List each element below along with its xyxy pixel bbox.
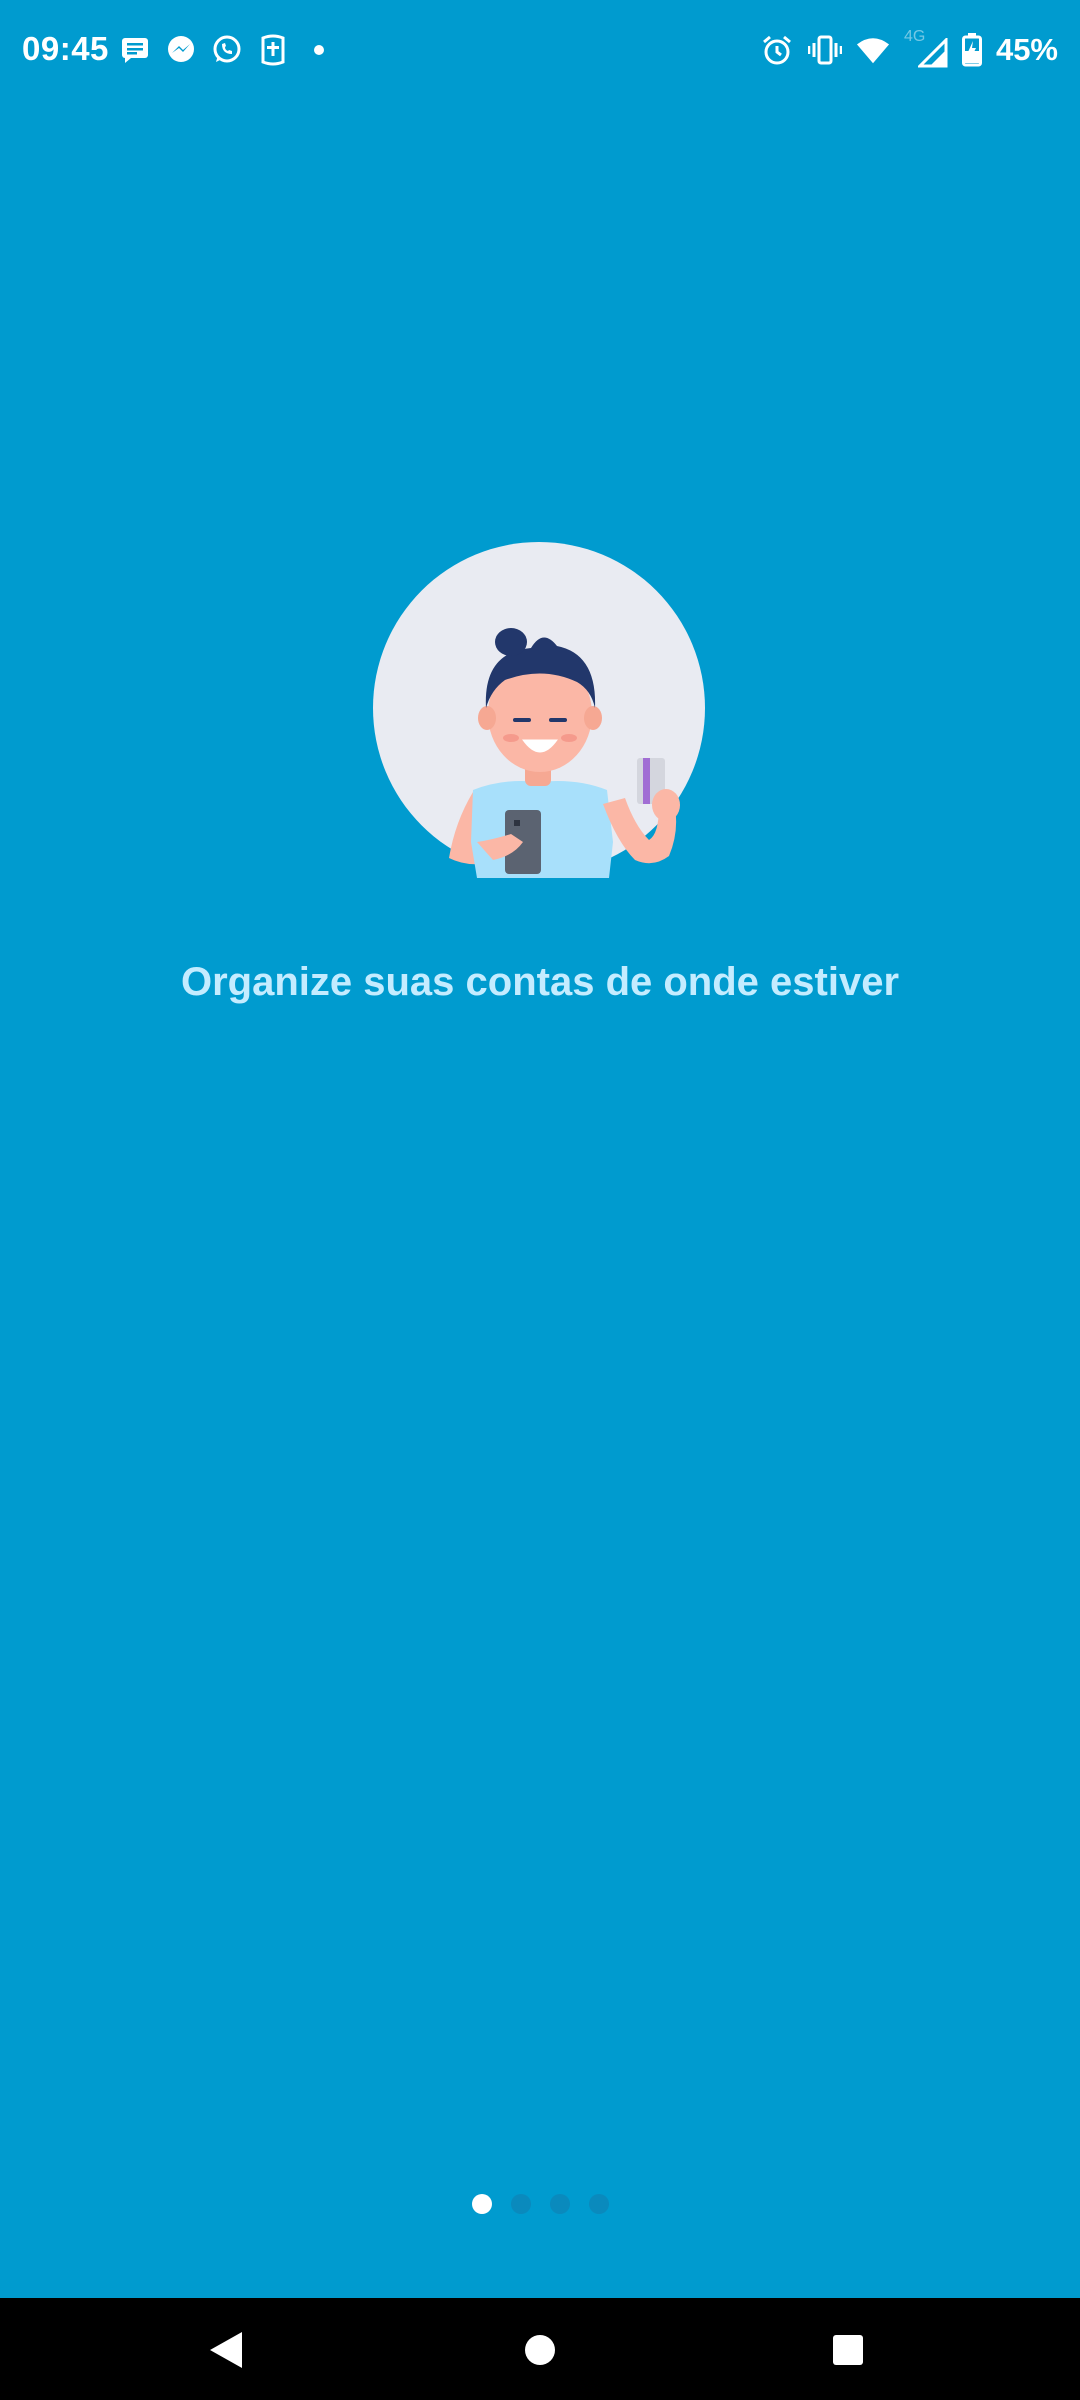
- whatsapp-icon: [210, 33, 244, 67]
- page-dot-2[interactable]: [510, 2194, 531, 2214]
- home-button[interactable]: [510, 2320, 570, 2380]
- notification-icons: [118, 32, 324, 68]
- sms-icon: [118, 33, 152, 67]
- navigation-bar: [0, 2298, 1080, 2400]
- more-notifications-dot-icon: [314, 45, 324, 55]
- page-indicator: [0, 2194, 1080, 2214]
- security-app-icon: [256, 33, 290, 67]
- battery-charging-icon: [961, 33, 982, 67]
- page-dot-4[interactable]: [588, 2194, 609, 2214]
- back-button[interactable]: [196, 2320, 256, 2380]
- status-time: 09:45: [22, 30, 109, 67]
- page-dot-3[interactable]: [549, 2194, 570, 2214]
- back-icon: [210, 2332, 242, 2368]
- onboarding-headline: Organize suas contas de onde estiver: [180, 960, 900, 1004]
- vibrate-icon: [807, 33, 842, 67]
- alarm-icon: [760, 33, 794, 67]
- messenger-icon: [164, 33, 198, 67]
- recents-icon: [833, 2335, 863, 2365]
- recents-button[interactable]: [818, 2320, 878, 2380]
- wifi-icon: [856, 33, 890, 67]
- battery-percentage: 45%: [995, 32, 1058, 67]
- page-dot-1[interactable]: [471, 2194, 492, 2214]
- system-status-icons: 4G 45%: [760, 28, 1058, 70]
- status-bar: 09:45 4G 45%: [0, 0, 1080, 100]
- home-icon: [525, 2335, 555, 2365]
- person-with-phone-and-card-illustration: [373, 542, 709, 878]
- network-type-label: 4G: [904, 28, 948, 68]
